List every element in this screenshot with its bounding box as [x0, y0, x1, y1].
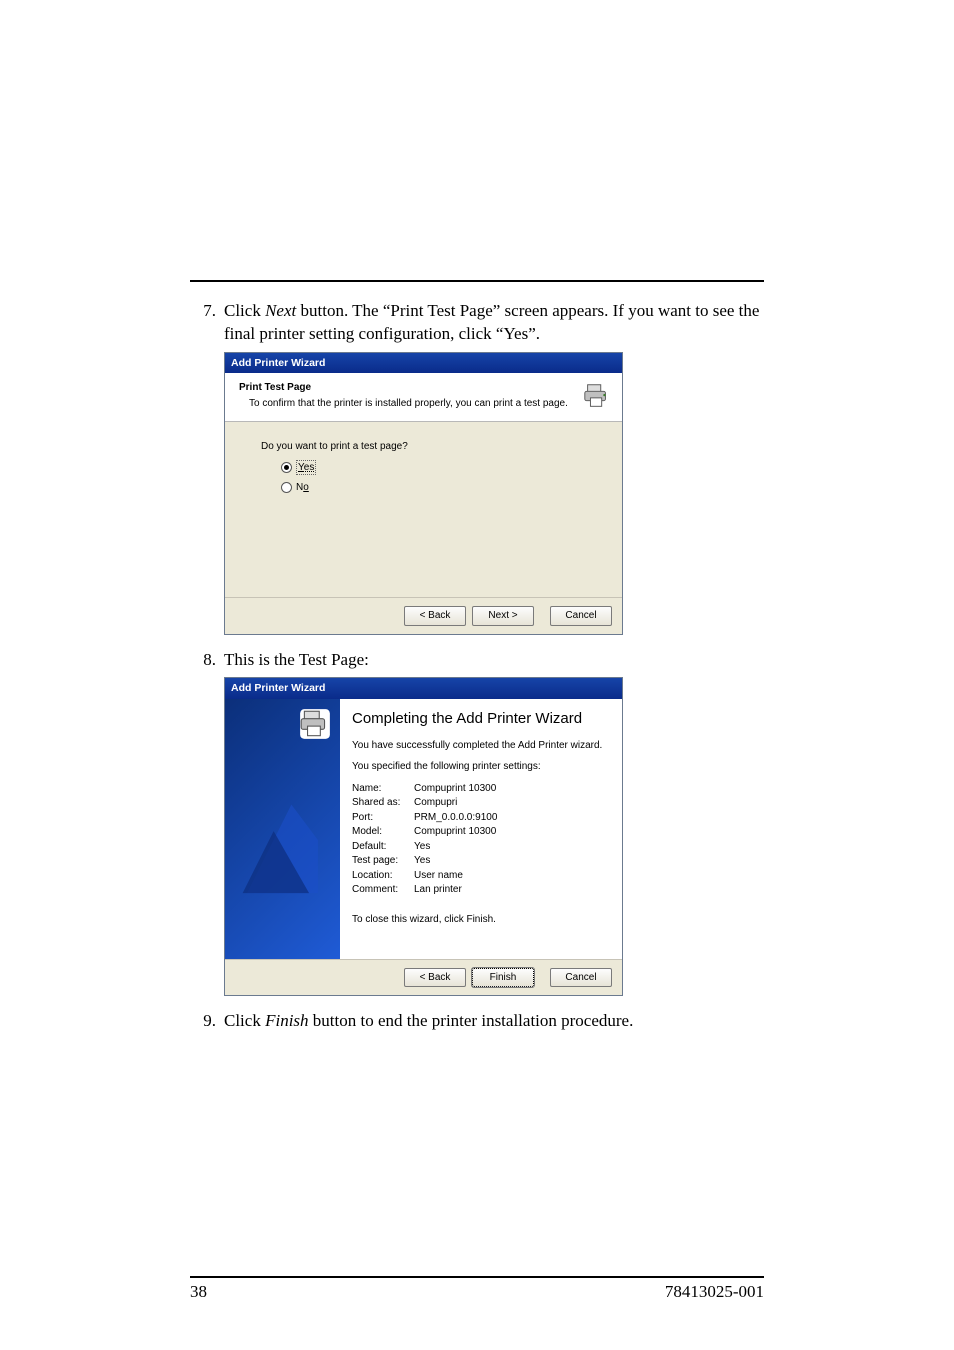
cancel-button[interactable]: Cancel — [550, 606, 612, 626]
radio-yes-label: Yes — [296, 460, 316, 476]
settings-value: Compuprint 10300 — [414, 825, 610, 839]
wizard-header-text: Print Test Page To confirm that the prin… — [239, 381, 576, 410]
radio-no-input[interactable] — [281, 482, 292, 493]
radio-no-accel: o — [303, 482, 309, 493]
printer-icon — [582, 381, 612, 411]
top-divider — [190, 280, 764, 282]
settings-row: Shared as:Compupri — [352, 796, 610, 810]
page-number: 38 — [190, 1282, 207, 1302]
test-page-prompt: Do you want to print a test page? — [261, 440, 612, 454]
step-9-number: 9. — [190, 1010, 224, 1033]
settings-key: Port: — [352, 811, 414, 825]
radio-no-label: No — [296, 481, 309, 495]
radio-yes[interactable]: Yes — [281, 460, 612, 476]
settings-key: Location: — [352, 869, 414, 883]
step-7: 7. Click Next button. The “Print Test Pa… — [190, 300, 764, 346]
doc-code: 78413025-001 — [665, 1282, 764, 1302]
wizard-button-row: < Back Next > Cancel — [225, 597, 622, 634]
completion-wizard: Add Printer Wizard Completing the Add Pr… — [224, 677, 623, 996]
step-7-text: Click Next button. The “Print Test Page”… — [224, 300, 764, 346]
settings-row: Name:Compuprint 10300 — [352, 782, 610, 796]
print-test-page-wizard: Add Printer Wizard Print Test Page To co… — [224, 352, 623, 635]
settings-key: Model: — [352, 825, 414, 839]
wizard-header: Print Test Page To confirm that the prin… — [225, 373, 622, 422]
wizard-button-row: < Back Finish Cancel — [225, 959, 622, 996]
doc-content: 7. Click Next button. The “Print Test Pa… — [190, 300, 764, 1033]
settings-row: Port:PRM_0.0.0.0:9100 — [352, 811, 610, 825]
cancel-button[interactable]: Cancel — [550, 968, 612, 988]
wizard-side-banner — [225, 699, 340, 959]
radio-yes-input[interactable] — [281, 462, 292, 473]
settings-row: Default:Yes — [352, 840, 610, 854]
step-8: 8. This is the Test Page: — [190, 649, 764, 672]
settings-value: Yes — [414, 854, 610, 868]
radio-no[interactable]: No — [281, 481, 612, 495]
finish-button[interactable]: Finish — [472, 968, 534, 988]
step-7-number: 7. — [190, 300, 224, 346]
radio-yes-rest: es — [304, 462, 315, 473]
settings-value: Compupri — [414, 796, 610, 810]
wizard-header-title: Print Test Page — [239, 381, 576, 395]
back-button[interactable]: < Back — [404, 968, 466, 988]
settings-value: Lan printer — [414, 883, 610, 897]
settings-value: User name — [414, 869, 610, 883]
step-9-text-em: Finish — [265, 1011, 308, 1030]
wizard-main: Completing the Add Printer Wizard You ha… — [340, 699, 622, 959]
step-7-text-a: Click — [224, 301, 265, 320]
settings-key: Shared as: — [352, 796, 414, 810]
window-title-bar: Add Printer Wizard — [225, 353, 622, 373]
settings-value: Yes — [414, 840, 610, 854]
step-7-text-b: button. The “Print Test Page” screen app… — [224, 301, 759, 343]
step-7-text-em: Next — [265, 301, 296, 320]
settings-list: Name:Compuprint 10300Shared as:CompupriP… — [352, 782, 610, 897]
back-button[interactable]: < Back — [404, 606, 466, 626]
settings-key: Default: — [352, 840, 414, 854]
settings-value: Compuprint 10300 — [414, 782, 610, 796]
step-8-text: This is the Test Page: — [224, 649, 764, 672]
wizard-body: Do you want to print a test page? Yes No — [225, 422, 622, 597]
step-9-text: Click Finish button to end the printer i… — [224, 1010, 764, 1033]
completion-title: Completing the Add Printer Wizard — [352, 709, 610, 729]
close-instruction: To close this wizard, click Finish. — [352, 913, 610, 927]
settings-key: Test page: — [352, 854, 414, 868]
settings-row: Test page:Yes — [352, 854, 610, 868]
window-title-bar: Add Printer Wizard — [225, 678, 622, 698]
wizard-header-subtitle: To confirm that the printer is installed… — [239, 397, 576, 411]
step-9-text-b: button to end the printer installation p… — [309, 1011, 634, 1030]
settings-value: PRM_0.0.0.0:9100 — [414, 811, 610, 825]
settings-key: Name: — [352, 782, 414, 796]
step-9: 9. Click Finish button to end the printe… — [190, 1010, 764, 1033]
completion-line2: You specified the following printer sett… — [352, 760, 610, 774]
wizard-body: Completing the Add Printer Wizard You ha… — [225, 699, 622, 959]
settings-row: Model:Compuprint 10300 — [352, 825, 610, 839]
step-8-number: 8. — [190, 649, 224, 672]
completion-line1: You have successfully completed the Add … — [352, 739, 610, 753]
footer-divider — [190, 1276, 764, 1278]
step-9-text-a: Click — [224, 1011, 265, 1030]
footer: 38 78413025-001 — [190, 1282, 764, 1302]
settings-row: Comment:Lan printer — [352, 883, 610, 897]
settings-key: Comment: — [352, 883, 414, 897]
next-button[interactable]: Next > — [472, 606, 534, 626]
settings-row: Location:User name — [352, 869, 610, 883]
